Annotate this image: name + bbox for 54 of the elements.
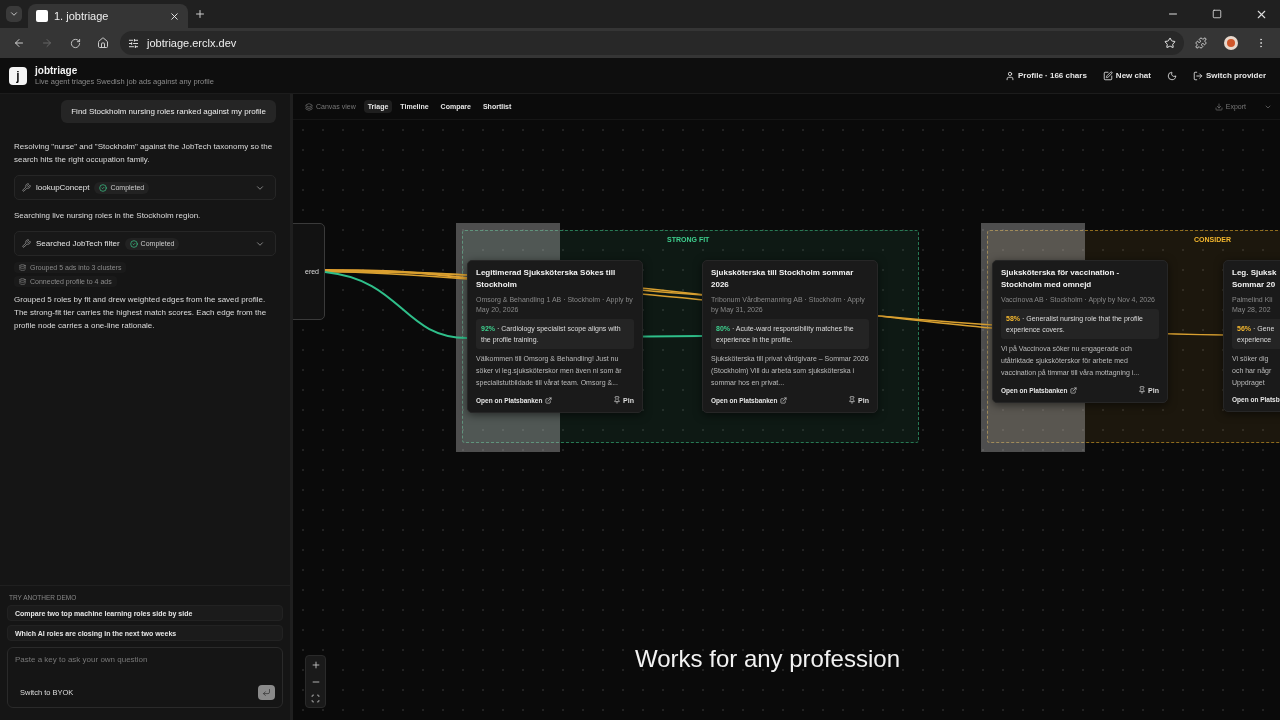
close-icon[interactable]	[169, 10, 180, 22]
job-title: Sjuksköterska till Stockholm sommar 2026	[711, 267, 855, 291]
pin-icon	[1138, 386, 1147, 394]
wrench-icon	[22, 239, 31, 248]
user-message: Find Stockholm nursing roles ranked against my profile	[61, 100, 276, 123]
job-title: Leg. Sjuksk Sommar 20	[1232, 267, 1278, 291]
home-icon	[97, 37, 109, 49]
send-button[interactable]	[258, 685, 275, 700]
tab-menu-button[interactable]	[6, 6, 22, 22]
puzzle-icon	[1195, 37, 1207, 49]
app-title: jobtriage	[35, 65, 79, 76]
check-circle-icon	[99, 183, 108, 192]
pin-icon	[613, 396, 622, 404]
pencil-square-icon	[1102, 70, 1113, 81]
logout-arrow-icon	[1193, 70, 1203, 81]
database-icon	[19, 278, 26, 285]
video-caption: Works for any profession	[635, 645, 900, 673]
new-tab-icon[interactable]	[194, 8, 206, 20]
app-logo: j	[9, 66, 27, 85]
bookmark-star-icon[interactable]	[1164, 37, 1176, 49]
plus-icon	[310, 659, 321, 670]
external-link-icon	[1070, 386, 1078, 394]
pin-icon	[848, 396, 857, 404]
header-button[interactable]: Profile · 166 chars	[1000, 68, 1091, 83]
header-button[interactable]: Switch provider	[1189, 68, 1270, 83]
arrow-left-icon	[13, 37, 25, 49]
browser-tab[interactable]: 1. jobtriage	[28, 4, 188, 28]
database-icon	[19, 264, 26, 271]
address-bar[interactable]: jobtriage.erclx.dev	[120, 31, 1184, 55]
profile-avatar-icon[interactable]	[1224, 36, 1238, 50]
reload-icon	[69, 37, 81, 49]
job-card[interactable]	[992, 260, 1168, 403]
square-icon	[1212, 9, 1222, 19]
layers-icon	[305, 102, 313, 111]
download-icon	[1214, 102, 1223, 111]
arrow-right-icon	[41, 37, 53, 49]
job-card[interactable]	[467, 260, 643, 413]
moon-icon	[1167, 70, 1177, 81]
assistant-message: Grouped 5 roles by fit and drew weighted edges from the saved profile. The strong-fit tier carries the highest match scores. Each edge from the profile node carries a one-line rationale.	[14, 294, 268, 332]
fit-view-icon	[311, 694, 320, 703]
job-title: Sjuksköterska för vaccination - Stockholm med omnejd	[1001, 267, 1121, 291]
check-circle-icon	[129, 239, 138, 248]
assistant-message: Searching live nursing roles in the Stockholm region.	[14, 210, 202, 222]
assistant-message: Resolving "nurse" and "Stockholm" against the JobTech taxonomy so the search hits the right occupation family.	[14, 141, 274, 166]
job-title: Legitimerad Sjuksköterska Sökes till Stockholm	[476, 267, 617, 291]
external-link-icon	[545, 396, 553, 404]
wrench-icon	[22, 183, 31, 192]
site-settings-icon[interactable]	[128, 37, 139, 49]
enter-icon	[262, 688, 271, 697]
job-card[interactable]	[702, 260, 878, 413]
header-button[interactable]: New chat	[1098, 68, 1155, 83]
chevron-down-icon	[9, 9, 19, 19]
external-link-icon	[780, 396, 788, 404]
person-icon	[1004, 70, 1015, 81]
